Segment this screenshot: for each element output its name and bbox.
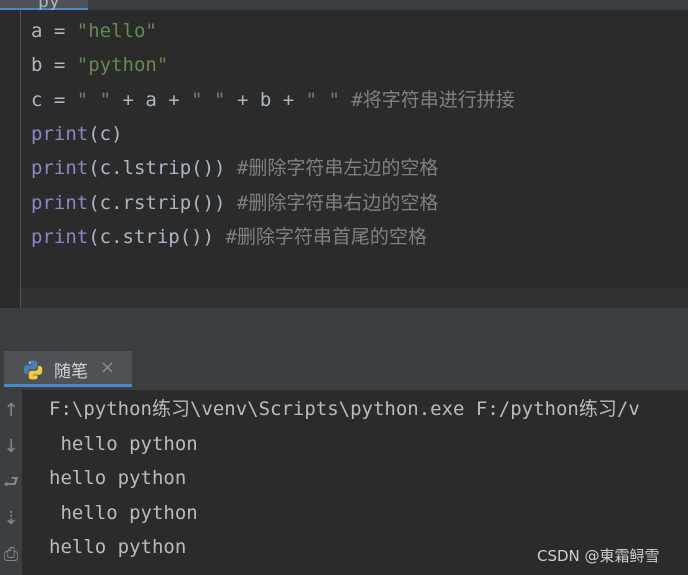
editor-tab-active[interactable]: py (0, 0, 88, 12)
code-line: print(c.lstrip()) #删除字符串左边的空格 (31, 153, 438, 183)
code-editor[interactable]: a = "hello" b = "python" c = " " + a + " "… (0, 10, 688, 308)
code-line: c = " " + a + " " + b + " " #将字符串进行拼接 (31, 85, 515, 115)
code-token: "python" (76, 54, 169, 77)
code-token: (c.lstrip()) (88, 157, 237, 180)
code-line: print(c) (31, 119, 123, 149)
code-token: #将字符串进行拼接 (339, 88, 515, 111)
python-icon (23, 360, 43, 380)
code-token: " " (76, 88, 112, 111)
watermark: CSDN @東霜鲟雪 (537, 547, 660, 565)
code-token: a = (31, 20, 77, 42)
code-line: a = "hello" (31, 16, 157, 46)
code-token: (c.rstrip()) (88, 191, 237, 214)
console-line: hello python (49, 536, 187, 558)
console-line: hello python (49, 467, 187, 489)
print-icon[interactable]: ⎙ (0, 542, 22, 568)
soft-wrap-icon[interactable]: ⮐ (0, 470, 22, 496)
editor-bottom-area (21, 288, 688, 308)
panel-divider[interactable] (0, 308, 688, 348)
code-token: " " (305, 88, 340, 111)
close-icon[interactable]: × (100, 357, 115, 378)
code-token: (c) (88, 122, 123, 145)
arrow-down-icon[interactable]: ↓ (0, 434, 22, 460)
console-line: hello python (49, 501, 198, 524)
code-line: print(c.strip()) #删除字符串首尾的空格 (31, 222, 427, 252)
code-token: + a + (111, 88, 192, 111)
arrow-up-icon[interactable]: ↑ (0, 398, 22, 424)
run-tab-bar: 随笔 × (0, 348, 688, 390)
code-token: " " (191, 88, 226, 111)
code-token: c = (31, 88, 77, 111)
run-tab[interactable]: 随笔 × (4, 351, 132, 387)
console-line: F:\python练习\venv\Scripts\python.exe F:/p… (49, 398, 640, 420)
code-token: "hello" (76, 20, 157, 42)
code-token: print (31, 191, 89, 214)
code-token: #删除字符串左边的空格 (236, 157, 439, 180)
code-token: (c.strip()) (88, 225, 226, 248)
code-token: b = (31, 54, 77, 77)
code-token: print (31, 157, 89, 180)
run-tab-label: 随笔 (54, 362, 88, 382)
code-token: + b + (225, 88, 306, 111)
code-line: b = "python" (31, 50, 168, 80)
scroll-to-end-icon[interactable]: ⇣ (0, 506, 22, 532)
code-token: #删除字符串首尾的空格 (225, 225, 427, 248)
run-toolbar: ↑ ↓ ⮐ ⇣ ⎙ (0, 390, 22, 575)
console-line: hello python (49, 432, 198, 455)
code-token: #删除字符串右边的空格 (236, 191, 439, 214)
gutter-separator (20, 10, 21, 308)
code-token: print (31, 225, 89, 248)
code-line: print(c.rstrip()) #删除字符串右边的空格 (31, 188, 438, 218)
editor-tab-bar: py (0, 0, 688, 12)
code-token: print (31, 122, 89, 145)
